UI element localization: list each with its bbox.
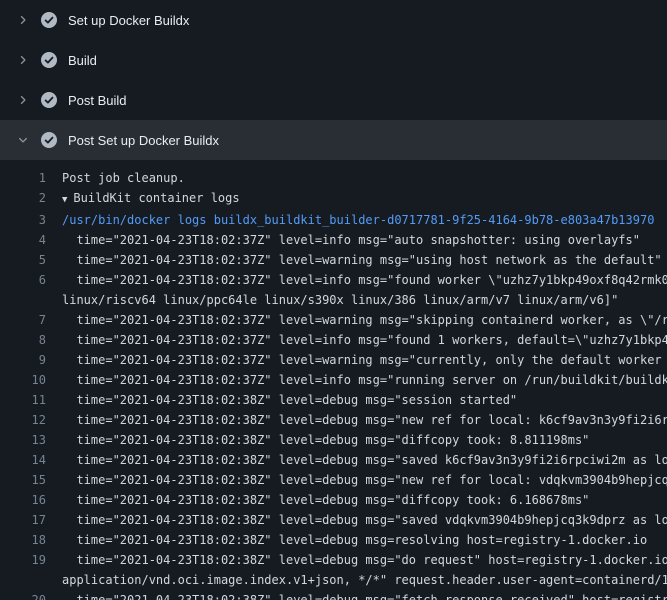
log-text: time="2021-04-23T18:02:37Z" level=info m… [62,230,667,250]
log-line: 20 time="2021-04-23T18:02:38Z" level=deb… [0,590,667,600]
log-text: time="2021-04-23T18:02:38Z" level=debug … [62,530,667,550]
chevron-icon[interactable] [16,13,30,27]
log-line[interactable]: 2 ▼BuildKit container logs [0,188,667,210]
line-number[interactable]: 13 [0,430,62,450]
log-text: time="2021-04-23T18:02:38Z" level=debug … [62,390,667,410]
chevron-icon[interactable] [16,133,30,147]
line-number[interactable] [0,570,62,590]
step-row[interactable]: Set up Docker Buildx [0,0,667,40]
success-check-icon [41,52,57,68]
log-line: 6 time="2021-04-23T18:02:37Z" level=info… [0,270,667,290]
log-text: time="2021-04-23T18:02:38Z" level=debug … [62,430,667,450]
success-check-icon [41,132,57,148]
log-line: 18 time="2021-04-23T18:02:38Z" level=deb… [0,530,667,550]
log-text: time="2021-04-23T18:02:37Z" level=info m… [62,330,667,350]
log-area: 1 Post job cleanup. 2 ▼BuildKit containe… [0,160,667,600]
log-line: 11 time="2021-04-23T18:02:38Z" level=deb… [0,390,667,410]
log-line: 8 time="2021-04-23T18:02:37Z" level=info… [0,330,667,350]
log-line: linux/riscv64 linux/ppc64le linux/s390x … [0,290,667,310]
log-text: time="2021-04-23T18:02:38Z" level=debug … [62,550,667,570]
success-check-icon [41,12,57,28]
log-text: time="2021-04-23T18:02:38Z" level=debug … [62,450,667,470]
step-label: Set up Docker Buildx [68,13,189,28]
step-row[interactable]: Build [0,40,667,80]
log-text: Post job cleanup. [62,168,667,188]
log-text: time="2021-04-23T18:02:37Z" level=info m… [62,370,667,390]
log-text: time="2021-04-23T18:02:38Z" level=debug … [62,410,667,430]
log-line: 7 time="2021-04-23T18:02:37Z" level=warn… [0,310,667,330]
step-list: Set up Docker Buildx Build P [0,0,667,160]
log-text: time="2021-04-23T18:02:37Z" level=info m… [62,270,667,290]
log-line: 16 time="2021-04-23T18:02:38Z" level=deb… [0,490,667,510]
log-text: time="2021-04-23T18:02:38Z" level=debug … [62,510,667,530]
line-number[interactable]: 17 [0,510,62,530]
log-line: 14 time="2021-04-23T18:02:38Z" level=deb… [0,450,667,470]
line-number[interactable]: 12 [0,410,62,430]
line-number[interactable]: 14 [0,450,62,470]
group-expand-icon[interactable]: ▼ [62,195,67,205]
log-text: ▼BuildKit container logs [62,188,667,210]
step-row[interactable]: Post Build [0,80,667,120]
log-line: 10 time="2021-04-23T18:02:37Z" level=inf… [0,370,667,390]
log-text: time="2021-04-23T18:02:37Z" level=warnin… [62,350,667,370]
log-line: 4 time="2021-04-23T18:02:37Z" level=info… [0,230,667,250]
chevron-icon[interactable] [16,53,30,67]
line-number[interactable]: 5 [0,250,62,270]
log-line: 5 time="2021-04-23T18:02:37Z" level=warn… [0,250,667,270]
chevron-icon[interactable] [16,93,30,107]
log-text: time="2021-04-23T18:02:38Z" level=debug … [62,590,667,600]
line-number[interactable]: 20 [0,590,62,600]
log-text: time="2021-04-23T18:02:37Z" level=warnin… [62,310,667,330]
line-number[interactable]: 8 [0,330,62,350]
log-line: 12 time="2021-04-23T18:02:38Z" level=deb… [0,410,667,430]
step-row[interactable]: Post Set up Docker Buildx [0,120,667,160]
step-label: Post Set up Docker Buildx [68,133,219,148]
log-line: 19 time="2021-04-23T18:02:38Z" level=deb… [0,550,667,570]
log-line: application/vnd.oci.image.index.v1+json,… [0,570,667,590]
log-text: application/vnd.oci.image.index.v1+json,… [62,570,667,590]
line-number[interactable]: 7 [0,310,62,330]
log-line: 17 time="2021-04-23T18:02:38Z" level=deb… [0,510,667,530]
line-number[interactable]: 18 [0,530,62,550]
line-number[interactable]: 1 [0,168,62,188]
log-text: time="2021-04-23T18:02:38Z" level=debug … [62,490,667,510]
log-text: time="2021-04-23T18:02:38Z" level=debug … [62,470,667,490]
log-line: 13 time="2021-04-23T18:02:38Z" level=deb… [0,430,667,450]
line-number[interactable] [0,290,62,310]
log-line: 9 time="2021-04-23T18:02:37Z" level=warn… [0,350,667,370]
line-number[interactable]: 9 [0,350,62,370]
line-number[interactable]: 4 [0,230,62,250]
line-number[interactable]: 3 [0,210,62,230]
log-text: /usr/bin/docker logs buildx_buildkit_bui… [62,210,667,230]
log-line: 15 time="2021-04-23T18:02:38Z" level=deb… [0,470,667,490]
success-check-icon [41,92,57,108]
line-number[interactable]: 11 [0,390,62,410]
log-text: linux/riscv64 linux/ppc64le linux/s390x … [62,290,667,310]
log-line: 1 Post job cleanup. [0,168,667,188]
line-number[interactable]: 15 [0,470,62,490]
step-label: Build [68,53,97,68]
log-line: 3 /usr/bin/docker logs buildx_buildkit_b… [0,210,667,230]
line-number[interactable]: 2 [0,188,62,210]
line-number[interactable]: 16 [0,490,62,510]
line-number[interactable]: 19 [0,550,62,570]
step-label: Post Build [68,93,127,108]
log-text: time="2021-04-23T18:02:37Z" level=warnin… [62,250,667,270]
line-number[interactable]: 10 [0,370,62,390]
line-number[interactable]: 6 [0,270,62,290]
